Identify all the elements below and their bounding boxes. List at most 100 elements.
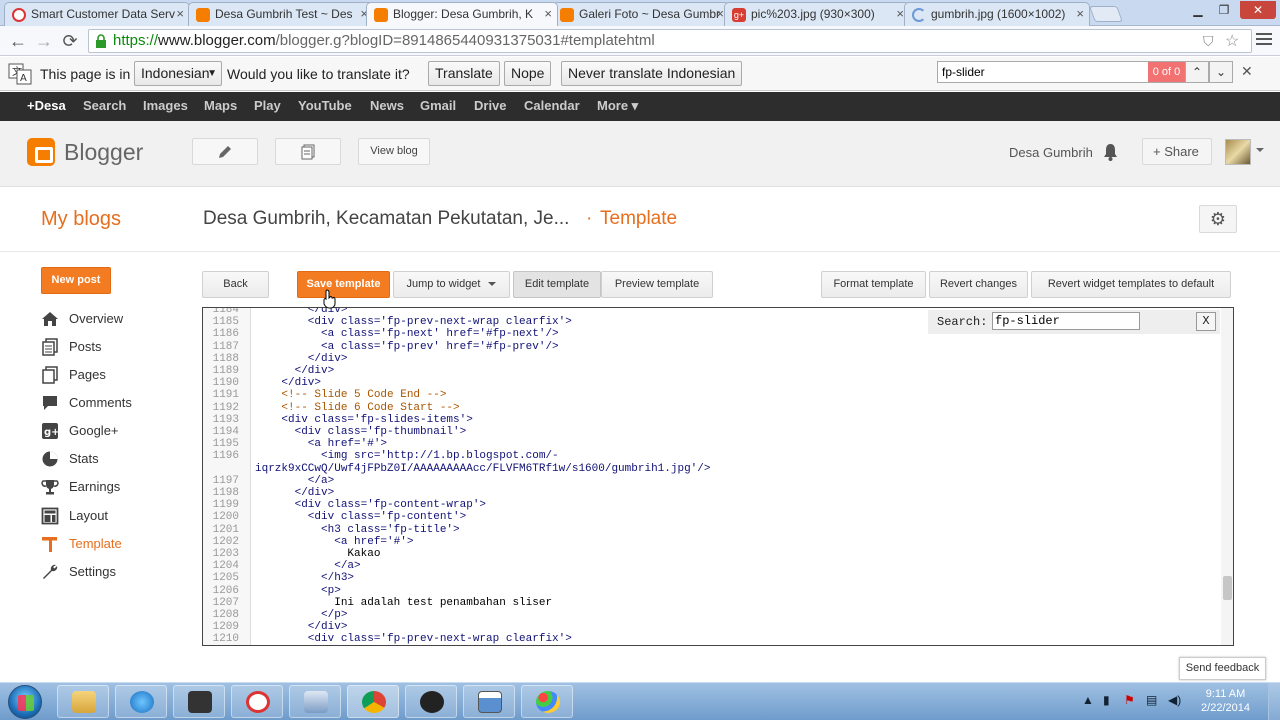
blogger-logo-text[interactable]: Blogger (64, 139, 143, 166)
code-line[interactable]: 1202 <a href='#'> (203, 536, 1213, 548)
taskbar-obs[interactable] (405, 685, 457, 718)
code-line[interactable]: 1187 <a class='fp-prev' href='#fp-prev'/… (203, 341, 1213, 353)
star-icon[interactable]: ☆ (1225, 31, 1239, 51)
code-line[interactable]: 1199 <div class='fp-content-wrap'> (203, 499, 1213, 511)
scrollbar-thumb[interactable] (1223, 576, 1232, 600)
code-line[interactable]: 1206 <p> (203, 585, 1213, 597)
google-bar-item[interactable]: News (370, 98, 404, 113)
sidebar-item-overview[interactable]: Overview (41, 308, 191, 330)
taskbar-app-red[interactable] (231, 685, 283, 718)
code-line[interactable]: 1210 <div class='fp-prev-next-wrap clear… (203, 633, 1213, 645)
sidebar-item-stats[interactable]: Stats (41, 448, 191, 470)
google-bar-item[interactable]: YouTube (298, 98, 352, 113)
editor-scrollbar[interactable] (1221, 308, 1233, 645)
tray-show-hidden-icon[interactable]: ▲ (1082, 693, 1094, 707)
save-template-button[interactable]: Save template (297, 271, 390, 298)
taskbar-chrome[interactable] (347, 685, 399, 718)
code-line[interactable]: 1192 <!-- Slide 6 Code Start --> (203, 402, 1213, 414)
code-line[interactable]: 1201 <h3 class='fp-title'> (203, 524, 1213, 536)
code-line[interactable]: 1193 <div class='fp-slides-items'> (203, 414, 1213, 426)
send-feedback-button[interactable]: Send feedback (1179, 657, 1266, 680)
tab-desa-gumbrih-test[interactable]: Desa Gumbrih Test ~ Des × (188, 2, 374, 26)
close-icon[interactable]: × (1076, 3, 1084, 25)
sidebar-item-pages[interactable]: Pages (41, 364, 191, 386)
find-input[interactable] (942, 64, 1142, 80)
tab-blogger-active[interactable]: Blogger: Desa Gumbrih, K × (366, 2, 558, 26)
editor-search-input[interactable] (992, 312, 1140, 330)
never-translate-button[interactable]: Never translate Indonesian (561, 61, 743, 86)
edit-template-button[interactable]: Edit template (513, 271, 601, 298)
start-button[interactable] (8, 685, 42, 719)
my-blogs-link[interactable]: My blogs (41, 208, 121, 231)
avatar[interactable] (1225, 139, 1251, 165)
tab-pic-jpg[interactable]: g+ pic%203.jpg (930×300) × (724, 2, 910, 26)
google-bar-item[interactable]: Maps (204, 98, 237, 113)
view-posts-button[interactable] (275, 138, 341, 165)
google-bar-item[interactable]: +Desa (27, 98, 66, 113)
tab-galeri-foto[interactable]: Galeri Foto ~ Desa Gumbr × (552, 2, 730, 26)
menu-icon[interactable] (1256, 30, 1272, 48)
username[interactable]: Desa Gumbrih (1009, 145, 1093, 160)
google-bar-item[interactable]: Drive (474, 98, 507, 113)
code-line[interactable]: 1195 <a href='#'> (203, 438, 1213, 450)
settings-gear-button[interactable]: ⚙ (1199, 205, 1237, 233)
google-bar-item[interactable]: Search (83, 98, 126, 113)
minimize-icon[interactable]: ▁ (1184, 1, 1212, 19)
revert-widgets-button[interactable]: Revert widget templates to default (1031, 271, 1231, 298)
network-icon[interactable]: ▤ (1146, 693, 1157, 707)
back-arrow-icon[interactable]: ← (6, 29, 30, 53)
find-close-icon[interactable]: ✕ (1241, 63, 1253, 80)
reload-icon[interactable]: ⟳ (58, 29, 82, 53)
google-bar-item[interactable]: Calendar (524, 98, 580, 113)
sidebar-item-layout[interactable]: Layout (41, 505, 191, 527)
sidebar-item-google-plus[interactable]: g+ Google+ (41, 420, 191, 442)
battery-icon[interactable]: ▮ (1103, 693, 1110, 707)
new-tab-button[interactable] (1089, 6, 1123, 22)
language-select[interactable]: Indonesian ▼ (134, 61, 222, 86)
code-line[interactable]: 1190 </div> (203, 377, 1213, 389)
action-center-icon[interactable]: ⚑ (1124, 693, 1135, 707)
sidebar-item-posts[interactable]: Posts (41, 336, 191, 358)
google-bar-item[interactable]: Images (143, 98, 188, 113)
taskbar-control-panel[interactable] (289, 685, 341, 718)
sidebar-item-comments[interactable]: Comments (41, 392, 191, 414)
new-post-pencil-button[interactable] (192, 138, 258, 165)
code-line[interactable]: 1208 </p> (203, 609, 1213, 621)
code-line[interactable]: 1203 Kakao (203, 548, 1213, 560)
shield-icon[interactable]: ⛉ (1203, 33, 1214, 50)
window-close-icon[interactable]: ✕ (1240, 1, 1276, 19)
code-editor[interactable]: 1184 </div> 1185 <div class='fp-prev-next… (202, 307, 1234, 646)
blog-title[interactable]: Desa Gumbrih, Kecamatan Pekutatan, Je... (203, 208, 569, 230)
code-line[interactable]: 1189 </div> (203, 365, 1213, 377)
close-icon[interactable]: × (896, 3, 904, 25)
taskbar-explorer[interactable] (57, 685, 109, 718)
blogger-logo-icon[interactable] (27, 138, 55, 166)
address-bar[interactable]: https://www.blogger.com/blogger.g?blogID… (88, 29, 1252, 53)
jump-to-widget-button[interactable]: Jump to widget (393, 271, 510, 298)
code-line[interactable]: 1204 </a> (203, 560, 1213, 572)
code-line[interactable]: 1197 </a> (203, 475, 1213, 487)
forward-arrow-icon[interactable]: → (32, 29, 56, 53)
sidebar-item-earnings[interactable]: Earnings (41, 476, 191, 498)
google-bar-item[interactable]: Gmail (420, 98, 456, 113)
restore-icon[interactable]: ❐ (1210, 1, 1238, 19)
google-bar-item[interactable]: More ▾ (597, 98, 638, 114)
code-line[interactable]: 1198 </div> (203, 487, 1213, 499)
editor-search-close-button[interactable]: X (1196, 312, 1216, 331)
tab-smart-customer[interactable]: Smart Customer Data Serv × (4, 2, 190, 26)
revert-changes-button[interactable]: Revert changes (929, 271, 1028, 298)
close-icon[interactable]: × (544, 3, 552, 25)
avatar-dropdown-icon[interactable] (1256, 148, 1264, 152)
bell-icon[interactable] (1103, 143, 1118, 161)
new-post-button[interactable]: New post (41, 267, 111, 294)
taskbar-internet-explorer[interactable] (115, 685, 167, 718)
translate-button[interactable]: Translate (428, 61, 500, 86)
code-line[interactable]: iqrzk9xCCwQ/Uwf4jFPbZ0I/AAAAAAAAAcc/FLVF… (203, 463, 1213, 475)
find-prev-button[interactable]: ⌃ (1185, 61, 1209, 83)
nope-button[interactable]: Nope (504, 61, 552, 86)
code-line[interactable]: 1207 Ini adalah test penambahan sliser (203, 597, 1213, 609)
taskbar-window-app[interactable] (463, 685, 515, 718)
sidebar-item-template[interactable]: Template (41, 533, 191, 555)
taskbar-calendar-app[interactable] (173, 685, 225, 718)
google-bar-item[interactable]: Play (254, 98, 281, 113)
